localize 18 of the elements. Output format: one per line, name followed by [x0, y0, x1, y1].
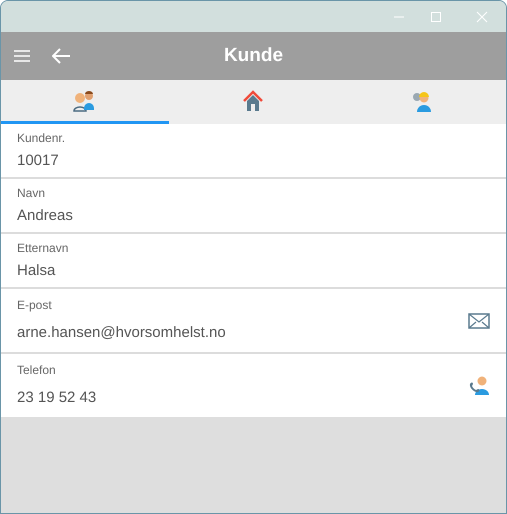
- field-value[interactable]: arne.hansen@hvorsomhelst.no: [17, 322, 468, 345]
- phone-contact-icon[interactable]: [468, 374, 490, 396]
- menu-icon[interactable]: [14, 50, 30, 62]
- field-label: E-post: [17, 297, 53, 314]
- page-title: Kunde: [224, 44, 284, 68]
- house-icon: [242, 90, 264, 112]
- envelope-icon[interactable]: [468, 312, 490, 328]
- field-label: Telefon: [17, 362, 57, 380]
- field-label: Kundenr.: [17, 130, 66, 147]
- field-label: Etternavn: [17, 240, 70, 257]
- maximize-icon[interactable]: [430, 10, 442, 22]
- close-icon[interactable]: [476, 10, 488, 22]
- field-value[interactable]: 10017: [17, 150, 490, 172]
- back-arrow-icon[interactable]: [52, 48, 71, 64]
- field-value[interactable]: 23 19 52 43: [17, 387, 468, 410]
- field-value[interactable]: Andreas: [17, 204, 490, 228]
- field-value[interactable]: Halsa: [17, 260, 490, 282]
- field-label: Navn: [17, 184, 46, 202]
